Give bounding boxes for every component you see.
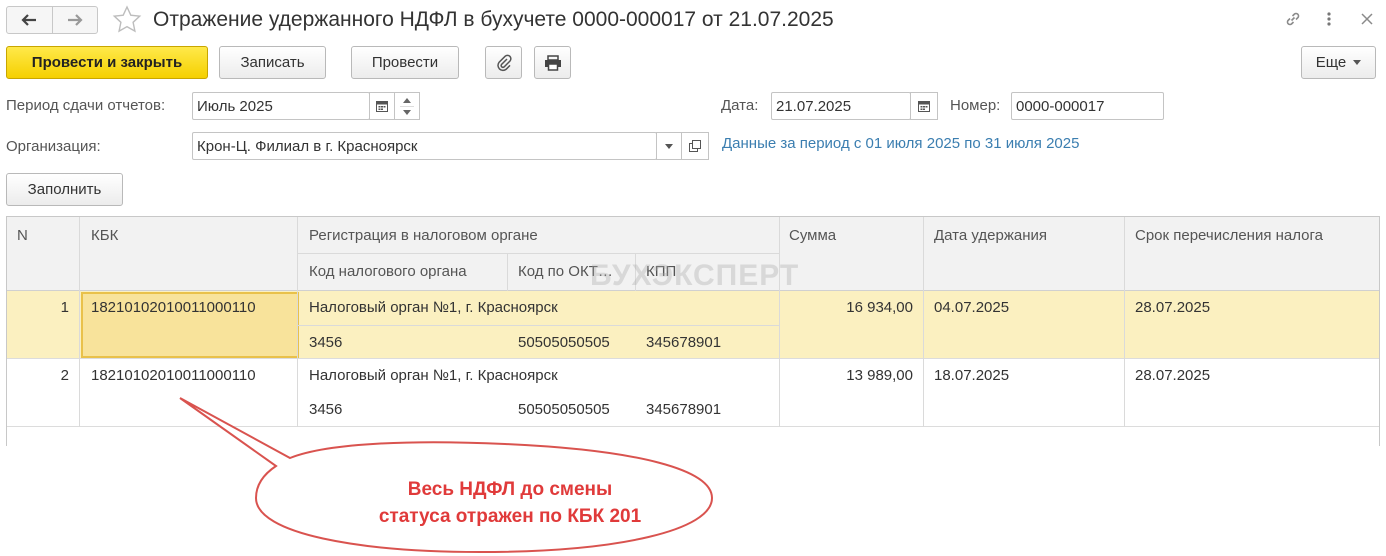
column-divider [507,253,508,291]
oktmo-cell[interactable]: 50505050505 [518,401,610,418]
column-divider [923,217,924,427]
arrow-left-icon [21,14,37,26]
column-header-registration[interactable]: Регистрация в налоговом органе [309,227,538,244]
attach-button[interactable] [485,46,522,79]
more-vertical-icon[interactable] [1318,8,1340,30]
date-label: Дата: [721,97,759,114]
save-button[interactable]: Записать [219,46,326,79]
transfer-deadline-cell[interactable]: 28.07.2025 [1135,299,1210,316]
watermark: БУХЭКСПЕРТ [590,259,799,293]
column-header-kbk[interactable]: КБК [91,227,118,244]
callout-line-1: Весь НДФЛ до смены [407,479,613,500]
calendar-icon [918,101,930,112]
header-subdivider [297,253,779,254]
period-calendar-button[interactable] [369,92,395,120]
period-stepper[interactable] [394,92,420,120]
close-icon[interactable] [1356,8,1378,30]
sum-cell[interactable]: 16 934,00 [779,299,913,316]
row-number: 2 [60,367,69,384]
table-row[interactable]: 2 18210102010011000110 Налоговый орган №… [7,359,1379,427]
organization-label: Организация: [6,138,101,155]
column-header-withhold-date[interactable]: Дата удержания [934,227,1047,244]
column-header-transfer-deadline[interactable]: Срок перечисления налога [1135,227,1323,244]
callout-text: Весь НДФЛ до смены статуса отражен по КБ… [300,476,720,530]
table-row[interactable]: 1 18210102010011000110 Налоговый орган №… [7,291,1379,359]
column-header-n[interactable]: N [17,227,28,244]
row-number: 1 [60,299,69,316]
number-input[interactable]: 0000-000017 [1011,92,1164,120]
callout-line-2: статуса отражен по КБК 201 [378,506,642,527]
date-input[interactable]: 21.07.2025 [771,92,911,120]
period-info-text: Данные за период с 01 июля 2025 по 31 ию… [722,135,1080,152]
date-calendar-button[interactable] [910,92,938,120]
tax-office-cell[interactable]: Налоговый орган №1, г. Красноярск [309,299,558,316]
fill-button[interactable]: Заполнить [6,173,123,206]
chevron-down-icon [665,143,673,149]
navigation-buttons [6,6,98,34]
tax-office-cell[interactable]: Налоговый орган №1, г. Красноярск [309,367,558,384]
tax-office-code-cell[interactable]: 3456 [309,401,342,418]
column-divider [1124,217,1125,427]
organization-input[interactable]: Крон-Ц. Филиал в г. Красноярск [192,132,657,160]
row-subdivider [297,325,779,326]
post-button[interactable]: Провести [351,46,459,79]
organization-dropdown-button[interactable] [656,132,682,160]
open-form-icon [689,140,701,152]
column-divider [79,217,80,427]
column-divider [779,217,780,427]
link-icon[interactable] [1282,8,1304,30]
kbk-cell[interactable]: 18210102010011000110 [91,299,256,316]
kpp-cell[interactable]: 345678901 [646,401,721,418]
kbk-cell[interactable]: 18210102010011000110 [91,367,256,384]
print-button[interactable] [534,46,571,79]
column-divider [297,217,298,427]
chevron-down-icon[interactable] [403,109,411,115]
title-bar: Отражение удержанного НДФЛ в бухучете 00… [0,0,1386,42]
withhold-date-cell[interactable]: 18.07.2025 [934,367,1009,384]
column-header-tax-office-code[interactable]: Код налогового органа [309,263,467,280]
more-button[interactable]: Еще [1301,46,1376,79]
kpp-cell[interactable]: 345678901 [646,334,721,351]
withhold-date-cell[interactable]: 04.07.2025 [934,299,1009,316]
calendar-icon [376,101,388,112]
organization-open-button[interactable] [681,132,709,160]
printer-icon [544,54,561,71]
post-and-close-button[interactable]: Провести и закрыть [6,46,208,79]
column-header-sum[interactable]: Сумма [789,227,836,244]
document-title: Отражение удержанного НДФЛ в бухучете 00… [153,8,834,31]
favorite-star-icon[interactable] [112,5,142,35]
back-button[interactable] [7,7,52,33]
period-label: Период сдачи отчетов: [6,97,166,114]
arrow-right-icon [67,14,83,26]
paperclip-icon [496,54,512,71]
chevron-down-icon [1353,60,1362,65]
tax-office-code-cell[interactable]: 3456 [309,334,342,351]
more-button-label: Еще [1315,54,1347,71]
forward-button[interactable] [51,7,97,33]
oktmo-cell[interactable]: 50505050505 [518,334,610,351]
number-label: Номер: [950,97,1001,114]
watermark-logo: БУХЭКСПЕРТ [590,259,800,292]
ndfl-table: N КБК Регистрация в налоговом органе Код… [6,216,1380,446]
period-input[interactable]: Июль 2025 [192,92,370,120]
transfer-deadline-cell[interactable]: 28.07.2025 [1135,367,1210,384]
sum-cell[interactable]: 13 989,00 [779,367,913,384]
chevron-up-icon[interactable] [403,97,411,103]
